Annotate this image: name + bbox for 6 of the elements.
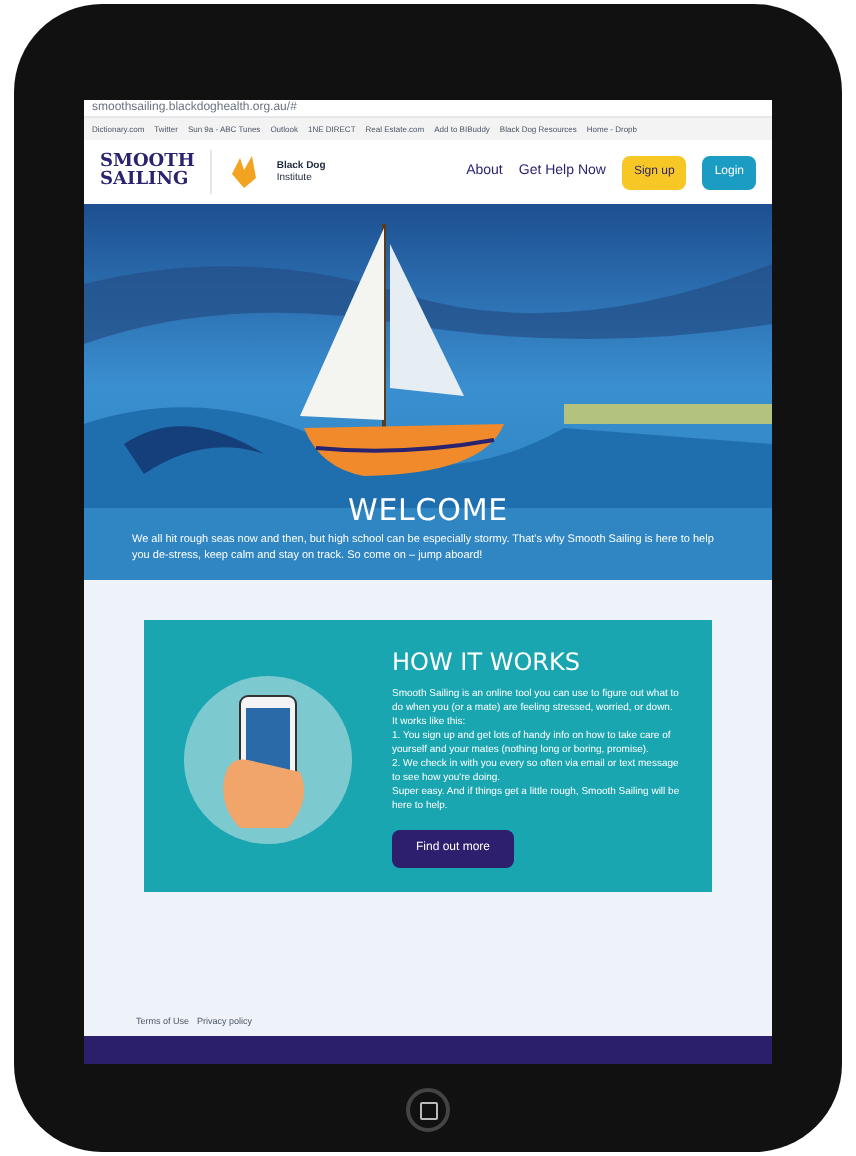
how-it-works-heading: HOW IT WORKS bbox=[392, 646, 582, 680]
home-button[interactable] bbox=[406, 1088, 450, 1132]
welcome-heading: WELCOME bbox=[348, 492, 508, 528]
site-logo[interactable]: SMOOTH SAILING bbox=[100, 154, 195, 190]
square-icon bbox=[419, 1101, 437, 1119]
dog-logo-icon bbox=[228, 154, 261, 190]
